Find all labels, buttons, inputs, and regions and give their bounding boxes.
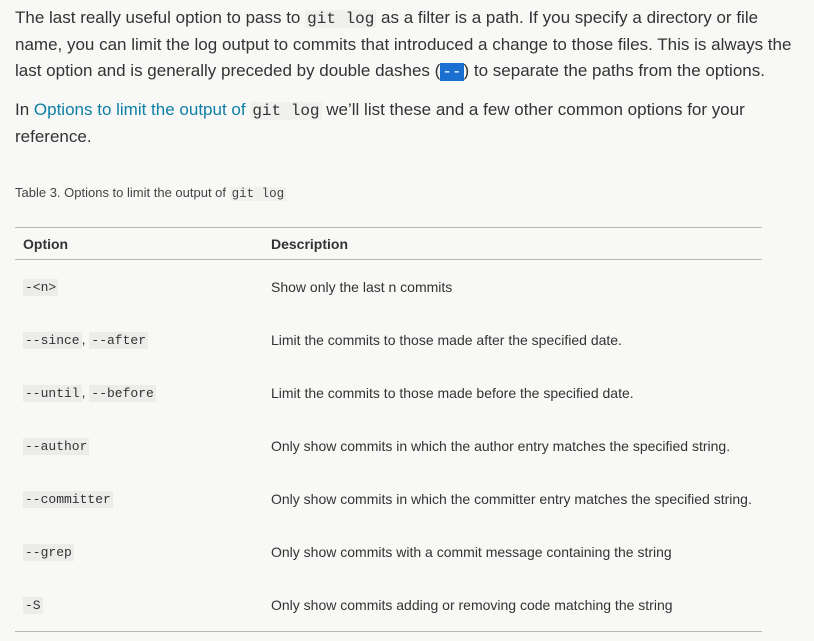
options-table-link-text: Options to limit the output of xyxy=(33,100,251,119)
option-cell: --committer xyxy=(15,472,263,525)
option-code: --after xyxy=(89,332,148,349)
table-row: -S Only show commits adding or removing … xyxy=(15,578,762,632)
options-table: Option Description -<n> Show only the la… xyxy=(15,227,762,632)
table-row: --until, --before Limit the commits to t… xyxy=(15,366,762,419)
table-caption: Table 3. Options to limit the output of … xyxy=(15,185,287,201)
option-cell: --since, --after xyxy=(15,313,263,366)
column-header-description: Description xyxy=(271,235,349,252)
intro-text-1: The last really useful option to pass to xyxy=(15,8,306,27)
option-code: -<n> xyxy=(23,279,59,296)
option-code: -S xyxy=(23,597,43,614)
reference-text-1: In xyxy=(15,100,34,119)
option-cell: -<n> xyxy=(15,260,263,314)
table-row: --grep Only show commits with a commit m… xyxy=(15,525,762,578)
option-cell: --grep xyxy=(15,525,263,578)
table-row: --author Only show commits in which the … xyxy=(15,419,762,472)
table-header-row: Option Description xyxy=(15,227,762,260)
option-cell: --until, --before xyxy=(15,366,263,419)
option-code: --before xyxy=(89,385,156,402)
options-table-link[interactable]: Options to limit the output of git log xyxy=(33,100,322,120)
intro-paragraph: The last really useful option to pass to… xyxy=(15,5,810,85)
reference-paragraph: In Options to limit the output of git lo… xyxy=(15,97,810,150)
description-cell: Show only the last n commits xyxy=(271,278,453,295)
git-log-code: git log xyxy=(305,10,377,28)
column-header-option: Option xyxy=(23,235,69,252)
description-cell: Limit the commits to those made after th… xyxy=(271,331,622,348)
intro-text-3: ) to separate the paths from the options… xyxy=(463,61,765,80)
option-code: --committer xyxy=(23,491,113,508)
table-row: --since, --after Limit the commits to th… xyxy=(15,313,762,366)
option-cell: -S xyxy=(15,578,263,632)
option-code: --since xyxy=(23,332,82,349)
table-caption-text: Table 3. Options to limit the output of xyxy=(15,185,230,200)
double-dash-code-selected[interactable]: -- xyxy=(440,63,464,81)
table-caption-code: git log xyxy=(229,187,287,201)
table-row: --committer Only show commits in which t… xyxy=(15,472,762,525)
description-cell: Only show commits in which the author en… xyxy=(271,437,731,454)
option-cell: --author xyxy=(15,419,263,472)
description-cell: Only show commits with a commit message … xyxy=(271,543,672,560)
description-cell: Only show commits in which the committer… xyxy=(271,490,752,507)
option-code: --grep xyxy=(23,544,74,561)
table-row: -<n> Show only the last n commits xyxy=(15,260,762,314)
options-table-link-code: git log xyxy=(250,102,322,120)
description-cell: Only show commits adding or removing cod… xyxy=(271,596,673,613)
option-code: --until xyxy=(23,385,82,402)
option-code: --author xyxy=(23,438,90,455)
description-cell: Limit the commits to those made before t… xyxy=(271,384,634,401)
